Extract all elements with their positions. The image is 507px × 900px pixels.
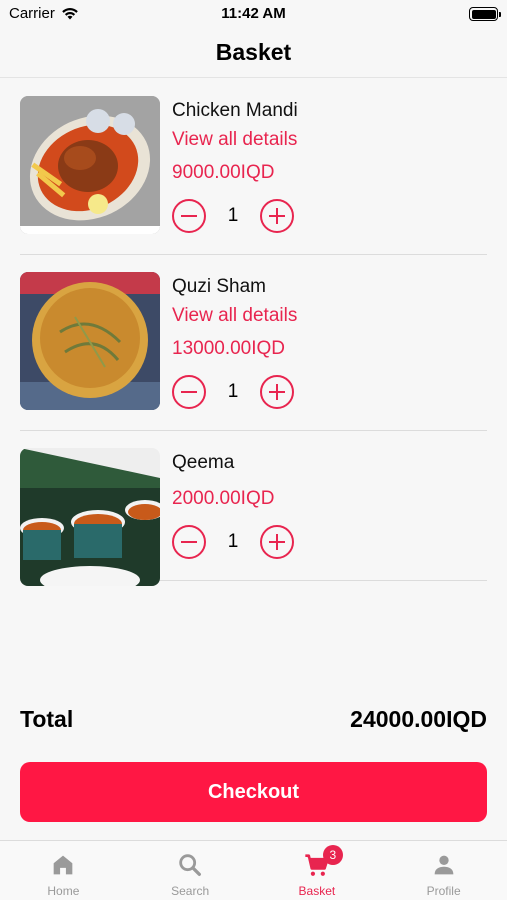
tab-basket[interactable]: 3 Basket (254, 841, 381, 900)
quantity-value: 1 (227, 205, 239, 226)
home-icon (54, 855, 73, 875)
minus-button[interactable] (172, 375, 206, 409)
minus-button[interactable] (172, 199, 206, 233)
item-price: 13000.00IQD (172, 338, 286, 359)
tab-profile[interactable]: Profile (380, 841, 507, 900)
tab-search[interactable]: Search (127, 841, 254, 900)
minus-icon (181, 390, 197, 394)
tab-label: Profile (426, 884, 461, 898)
item-image-chicken-mandi (20, 96, 160, 234)
page-title: Basket (0, 30, 507, 78)
plus-button[interactable] (260, 375, 294, 409)
status-time: 11:42 AM (221, 5, 286, 22)
view-details-link[interactable]: View all details (172, 305, 297, 327)
item-name: Qeema (172, 452, 235, 473)
basket-item: Quzi Sham View all details 13000.00IQD 1 (20, 272, 487, 431)
person-icon (434, 855, 453, 875)
item-name: Chicken Mandi (172, 100, 298, 121)
total-label: Total (20, 706, 74, 732)
tab-bar: Home Search 3 Basket Profile (0, 840, 507, 900)
quantity-value: 1 (227, 531, 239, 552)
checkout-button[interactable]: Checkout (20, 762, 487, 822)
cart-count-badge: 3 (322, 845, 343, 865)
minus-button[interactable] (172, 525, 206, 559)
item-name: Quzi Sham (172, 276, 266, 297)
minus-icon (181, 214, 197, 218)
tab-label: Home (47, 884, 80, 898)
quantity-value: 1 (227, 381, 239, 402)
view-details-link[interactable]: View all details (172, 129, 297, 151)
item-price: 2000.00IQD (172, 488, 275, 509)
plus-button[interactable] (260, 199, 294, 233)
basket-item: Chicken Mandi View all details 9000.00IQ… (20, 96, 487, 255)
quantity-stepper: 1 (172, 525, 296, 559)
status-bar: Carrier 11:42 AM (0, 0, 507, 30)
total-value: 24000.00IQD (350, 706, 487, 732)
quantity-stepper: 1 (172, 199, 296, 233)
quantity-stepper: 1 (172, 375, 296, 409)
tab-label: Basket (298, 884, 336, 898)
item-image-qeema (20, 448, 160, 586)
search-icon (179, 854, 202, 876)
item-price: 9000.00IQD (172, 162, 275, 183)
item-image-quzi-sham (20, 272, 160, 410)
plus-button[interactable] (260, 525, 294, 559)
tab-label: Search (171, 884, 210, 898)
minus-icon (181, 540, 197, 544)
basket-item: Qeema 2000.00IQD 1 (20, 448, 487, 586)
tab-home[interactable]: Home (0, 841, 127, 900)
battery-icon (469, 7, 501, 21)
